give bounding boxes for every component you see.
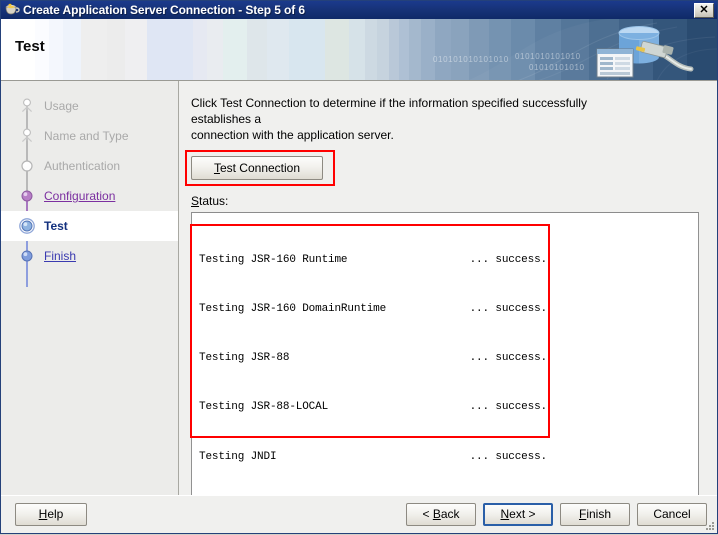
sidebar-item-label: Finish — [44, 249, 77, 263]
window-title: Create Application Server Connection - S… — [23, 3, 305, 17]
next-mnemonic: N — [500, 507, 510, 521]
sidebar-item-test[interactable]: Test — [1, 211, 178, 241]
status-label: Status: — [191, 194, 699, 208]
cancel-label: Cancel — [653, 507, 691, 521]
sphere-node-active-icon — [19, 218, 35, 234]
status-row-result: ... success. — [469, 450, 548, 463]
banner-binary-text-3: 01010101010 — [529, 63, 585, 72]
status-row-name: Testing JSR-88 — [199, 352, 290, 365]
banner-binary-text-2: 0101010101010 — [515, 52, 581, 61]
wizard-step-sidebar: Usage Name and Type Authentication Confi… — [1, 81, 179, 495]
status-row-name: Testing JSR-160 DomainRuntime — [199, 303, 387, 316]
status-row: Testing JSR-88-LOCAL ... success. — [199, 399, 691, 415]
next-button[interactable]: Next > — [483, 503, 553, 526]
back-prefix: < — [422, 507, 433, 521]
sphere-node-icon — [19, 158, 35, 174]
page-title: Test — [15, 38, 45, 55]
sidebar-item-authentication[interactable]: Authentication — [1, 151, 178, 181]
status-row-name: Testing JSR-88-LOCAL — [199, 401, 329, 414]
status-row: Testing JSR-160 DomainRuntime ... succes… — [199, 301, 691, 317]
finish-button[interactable]: Finish — [560, 503, 630, 526]
next-label: ext > — [509, 507, 536, 521]
sidebar-item-label: Authentication — [44, 159, 121, 173]
status-row-result: ... success. — [469, 253, 548, 266]
help-label: elp — [47, 507, 64, 521]
sidebar-item-configuration[interactable]: Configuration — [1, 181, 178, 211]
sidebar-item-finish[interactable]: Finish — [1, 241, 178, 271]
test-connection-button-wrapper: Test Connection — [185, 150, 335, 186]
sphere-node-blue-icon — [19, 248, 35, 264]
status-label-mnemonic: S — [191, 194, 200, 208]
help-button[interactable]: Help — [15, 503, 87, 526]
back-button[interactable]: < Back — [406, 503, 476, 526]
status-row-result: ... success. — [469, 401, 548, 414]
sidebar-item-usage[interactable]: Usage — [1, 91, 178, 121]
instruction-line-2: connection with the application server. — [191, 128, 394, 142]
person-node-icon — [19, 128, 35, 144]
status-label-text: tatus: — [199, 194, 229, 208]
instruction-text: Click Test Connection to determine if th… — [191, 95, 621, 143]
wizard-window: Create Application Server Connection - S… — [0, 0, 718, 534]
status-row-name: Testing JNDI — [199, 450, 277, 463]
cancel-button[interactable]: Cancel — [637, 503, 707, 526]
finish-label: inish — [586, 507, 612, 521]
status-row: Testing JSR-88 ... success. — [199, 350, 691, 366]
wizard-body: Usage Name and Type Authentication Confi… — [1, 81, 717, 515]
sidebar-item-name-and-type[interactable]: Name and Type — [1, 121, 178, 151]
sidebar-item-label: Test — [44, 219, 68, 233]
back-label: ack — [440, 507, 460, 521]
sphere-node-purple-icon — [19, 188, 35, 204]
status-row-result: ... success. — [469, 352, 548, 365]
title-bar: Create Application Server Connection - S… — [1, 1, 717, 19]
person-node-icon — [19, 98, 35, 114]
wizard-main-panel: Click Test Connection to determine if th… — [179, 81, 717, 515]
status-row: Testing JSR-160 Runtime ... success. — [199, 252, 691, 268]
java-coffee-cup-icon — [4, 3, 20, 17]
status-output-content: Testing JSR-160 Runtime ... success. Tes… — [199, 219, 691, 514]
database-connection-icon — [591, 23, 703, 79]
navigation-buttons: < Back Next > Finish Cancel — [406, 503, 707, 526]
sidebar-item-label: Name and Type — [44, 129, 129, 143]
status-row-result: ... success. — [469, 303, 548, 316]
status-row: Testing JNDI ... success. — [199, 449, 691, 465]
instruction-line-1: Click Test Connection to determine if th… — [191, 96, 587, 126]
sidebar-item-label: Configuration — [44, 189, 116, 203]
status-output-textarea[interactable]: Testing JSR-160 Runtime ... success. Tes… — [191, 212, 699, 515]
close-icon[interactable]: ✕ — [694, 2, 714, 18]
banner-binary-text-1: 010101010101010 — [433, 55, 509, 64]
page-banner: 010101010101010 0101010101010 0101010101… — [1, 19, 717, 81]
test-connection-label: est Connection — [219, 160, 301, 175]
test-connection-button[interactable]: Test Connection — [191, 156, 323, 180]
sidebar-item-label: Usage — [44, 99, 79, 113]
status-row-name: Testing JSR-160 Runtime — [199, 253, 348, 266]
wizard-footer: Help < Back Next > Finish Cancel — [1, 495, 717, 533]
back-mnemonic: B — [432, 507, 441, 521]
resize-grip-icon[interactable] — [703, 520, 715, 532]
